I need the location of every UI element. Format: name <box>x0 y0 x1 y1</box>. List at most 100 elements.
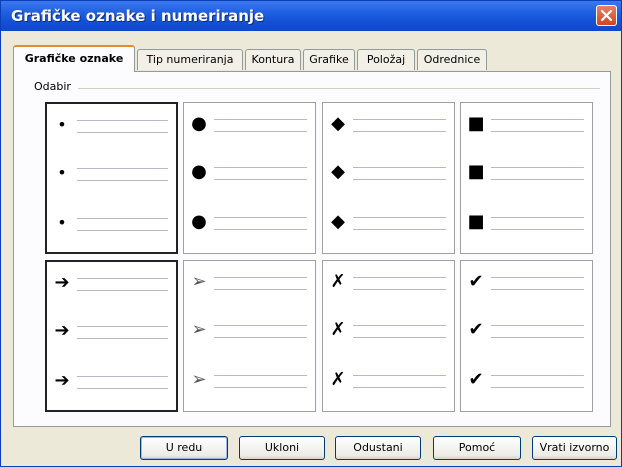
preview-line: ✗ <box>323 369 454 399</box>
preview-text-line <box>77 120 168 121</box>
preview-text-line <box>353 229 446 230</box>
preview-line: ● <box>184 211 315 241</box>
preview-text-line <box>77 326 168 327</box>
bullet-style-option[interactable]: • • • <box>45 102 178 254</box>
preview-line: ➔ <box>47 370 176 400</box>
cancel-button[interactable]: Odustani <box>335 436 421 460</box>
large-dot-icon: ● <box>191 161 207 182</box>
tab-grafike[interactable]: Grafike <box>303 49 355 70</box>
preview-text-line <box>214 337 307 338</box>
preview-text-line <box>353 167 446 168</box>
diamond-icon: ◆ <box>331 113 345 134</box>
preview-text-line <box>214 277 307 278</box>
bullet-style-option[interactable]: ➢ ➢ ➢ <box>183 260 316 412</box>
preview-text-line <box>491 179 584 180</box>
bullets-numbering-dialog: Grafičke oznake i numeriranje Grafičke o… <box>0 0 622 467</box>
preview-text-line <box>214 387 307 388</box>
preview-text-line <box>491 325 584 326</box>
close-icon <box>600 9 613 22</box>
preview-line: ✔ <box>461 369 592 399</box>
preview-text-line <box>353 387 446 388</box>
preview-line: • <box>47 212 176 242</box>
preview-text-line <box>77 180 168 181</box>
bold-arrow-icon: ➔ <box>54 320 70 341</box>
bullet-style-option[interactable]: ✔ ✔ ✔ <box>460 260 593 412</box>
preview-line: ● <box>184 161 315 191</box>
check-mark-icon: ✔ <box>468 271 484 292</box>
reset-button[interactable]: Vrati izvorno <box>532 436 617 460</box>
preview-text-line <box>491 337 584 338</box>
large-dot-icon: ● <box>191 211 207 232</box>
tab-graficke-oznake[interactable]: Grafičke oznake <box>13 45 135 72</box>
check-mark-icon: ✔ <box>468 369 484 390</box>
large-dot-icon: ● <box>191 113 207 134</box>
preview-line: ✗ <box>323 271 454 301</box>
tab-odrednice[interactable]: Odrednice <box>417 49 487 70</box>
check-mark-icon: ✔ <box>468 319 484 340</box>
close-button[interactable] <box>596 5 617 26</box>
preview-text-line <box>77 338 168 339</box>
remove-button[interactable]: Ukloni <box>239 436 325 460</box>
preview-line: ◆ <box>323 211 454 241</box>
preview-text-line <box>353 277 446 278</box>
square-icon: ■ <box>467 211 485 232</box>
arrowhead-icon: ➢ <box>191 271 207 292</box>
preview-text-line <box>491 277 584 278</box>
x-mark-icon: ✗ <box>330 319 346 340</box>
preview-line: ➢ <box>184 319 315 349</box>
preview-line: ➢ <box>184 369 315 399</box>
preview-text-line <box>353 337 446 338</box>
bullet-style-option[interactable]: ■ ■ ■ <box>460 102 593 254</box>
preview-text-line <box>214 229 307 230</box>
tab-panel: Odabir • • • ● ● ● ◆ ◆ ◆ ■ ■ ■ ➔ ➔ ➔ ➢ ➢ ➢ ✗ ✗ ✗ ✔ ✔ ✔ <box>13 71 611 427</box>
bullet-style-option[interactable]: ➔ ➔ ➔ <box>45 260 178 412</box>
preview-text-line <box>353 325 446 326</box>
preview-text-line <box>491 167 584 168</box>
selection-group-label: Odabir <box>34 80 75 93</box>
x-mark-icon: ✗ <box>330 369 346 390</box>
preview-line: ✔ <box>461 319 592 349</box>
preview-text-line <box>214 375 307 376</box>
preview-line: ✔ <box>461 271 592 301</box>
preview-line: ◆ <box>323 161 454 191</box>
preview-text-line <box>214 119 307 120</box>
preview-text-line <box>77 376 168 377</box>
preview-text-line <box>77 278 168 279</box>
preview-text-line <box>77 168 168 169</box>
tab-kontura[interactable]: Kontura <box>245 49 301 70</box>
preview-text-line <box>214 217 307 218</box>
small-dot-icon: • <box>57 115 67 134</box>
title-bar[interactable]: Grafičke oznake i numeriranje <box>1 1 621 31</box>
square-icon: ■ <box>467 113 485 134</box>
preview-text-line <box>491 375 584 376</box>
bullet-style-option[interactable]: ✗ ✗ ✗ <box>322 260 455 412</box>
preview-text-line <box>491 119 584 120</box>
preview-text-line <box>214 325 307 326</box>
preview-line: ➔ <box>47 272 176 302</box>
preview-text-line <box>491 387 584 388</box>
arrowhead-icon: ➢ <box>191 369 207 390</box>
preview-text-line <box>353 289 446 290</box>
preview-line: ■ <box>461 113 592 143</box>
diamond-icon: ◆ <box>331 161 345 182</box>
group-divider <box>78 88 600 89</box>
tab-tip-numeriranja[interactable]: Tip numeriranja <box>137 49 243 70</box>
preview-text-line <box>491 229 584 230</box>
preview-text-line <box>491 217 584 218</box>
help-button[interactable]: Pomoć <box>433 436 521 460</box>
preview-line: ➔ <box>47 320 176 350</box>
bold-arrow-icon: ➔ <box>54 370 70 391</box>
dialog-title: Grafičke oznake i numeriranje <box>11 7 265 25</box>
preview-text-line <box>77 218 168 219</box>
ok-button[interactable]: U redu <box>140 436 228 460</box>
bullet-style-option[interactable]: ◆ ◆ ◆ <box>322 102 455 254</box>
tab-polozaj[interactable]: Položaj <box>357 49 415 70</box>
preview-text-line <box>214 131 307 132</box>
preview-line: ◆ <box>323 113 454 143</box>
preview-line: ■ <box>461 161 592 191</box>
small-dot-icon: • <box>57 163 67 182</box>
bold-arrow-icon: ➔ <box>54 272 70 293</box>
preview-line: ➢ <box>184 271 315 301</box>
preview-line: ■ <box>461 211 592 241</box>
bullet-style-option[interactable]: ● ● ● <box>183 102 316 254</box>
